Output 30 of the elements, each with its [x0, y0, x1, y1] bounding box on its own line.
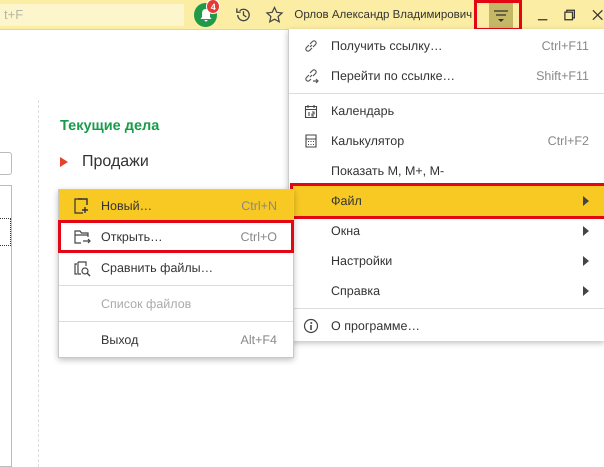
submenu-arrow-icon — [583, 286, 589, 296]
menu-item[interactable]: Получить ссылку… Ctrl+F11 — [289, 31, 604, 61]
dropdown-field[interactable] — [0, 152, 12, 175]
submenu-arrow-icon — [583, 196, 589, 206]
notification-badge: 4 — [206, 0, 220, 14]
menu-item[interactable]: Календарь — [289, 96, 604, 126]
close-icon[interactable] — [590, 8, 604, 22]
info-icon — [303, 318, 319, 334]
link-icon — [303, 38, 319, 54]
menu-icon — [492, 8, 510, 24]
folder-arrow-icon — [73, 228, 91, 246]
calculator-icon — [303, 133, 319, 149]
new-document-icon — [73, 196, 91, 214]
search-field[interactable]: t+F — [0, 4, 184, 26]
submenu-arrow-icon — [583, 256, 589, 266]
menu-item[interactable]: Новый… Ctrl+N — [59, 190, 293, 221]
compare-files-icon — [73, 258, 91, 276]
star-icon[interactable] — [265, 4, 284, 24]
submenu-arrow-icon — [583, 226, 589, 236]
restore-icon[interactable] — [563, 8, 577, 22]
menu-item[interactable]: Файл — [293, 186, 604, 216]
menu-item[interactable]: Перейти по ссылке… Shift+F11 — [289, 61, 604, 91]
link-arrow-icon — [303, 68, 319, 84]
calendar-icon — [303, 103, 319, 119]
user-name[interactable]: Орлов Александр Владимирович — [294, 8, 472, 20]
menu-item[interactable]: Показать М, М+, М- — [289, 156, 604, 186]
menu-item[interactable]: Калькулятор Ctrl+F2 — [289, 126, 604, 156]
section-title: Текущие дела — [60, 118, 160, 134]
section-link[interactable]: Продажи — [82, 152, 149, 170]
bullet-icon — [60, 156, 68, 166]
